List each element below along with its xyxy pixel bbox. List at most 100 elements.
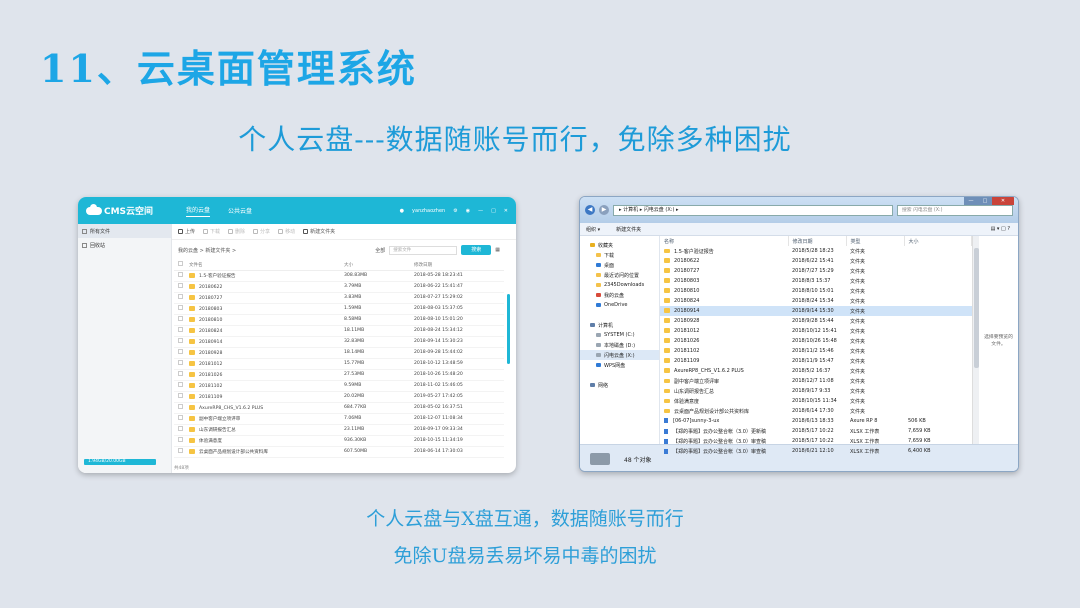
- row-checkbox[interactable]: [178, 448, 183, 453]
- sidebar-item-recycle-bin[interactable]: 回收站: [78, 238, 171, 252]
- row-checkbox[interactable]: [178, 316, 183, 321]
- file-name[interactable]: 20180824: [199, 329, 222, 334]
- column-header-size[interactable]: 大小: [904, 236, 972, 246]
- file-name[interactable]: 副中客户端立项评审: [674, 379, 719, 385]
- nav-tree-item[interactable]: 收藏夹: [580, 240, 659, 250]
- share-button[interactable]: 分享: [253, 228, 270, 235]
- table-row[interactable]: 【郑的事题】云办公整合帐（3.0）更新稿 2018/5/17 10:22 XLSX …: [660, 426, 972, 436]
- nav-tree-item[interactable]: SYSTEM (C:): [580, 330, 659, 340]
- file-name[interactable]: 【郑的事题】云办公整合帐（3.0）审查稿: [673, 449, 766, 455]
- view-options-icon[interactable]: ▤ ▾ □ ?: [991, 226, 1010, 232]
- table-row[interactable]: 副中客户端立项评审 2018/12/7 11:08 文件夹: [660, 376, 972, 386]
- file-name[interactable]: 20180727: [674, 268, 699, 274]
- file-name[interactable]: [06-07]sunny-3-ux: [673, 418, 719, 424]
- file-name[interactable]: 20180622: [674, 258, 699, 264]
- column-header-date[interactable]: 修改日期: [414, 260, 504, 271]
- nav-tree-item[interactable]: 下载: [580, 250, 659, 260]
- delete-button[interactable]: 删除: [228, 228, 245, 235]
- table-row[interactable]: 20180810 2018/8/10 15:01 文件夹: [660, 286, 972, 296]
- nav-tree-item[interactable]: 计算机: [580, 320, 659, 330]
- table-row[interactable]: 20181109 2018/11/9 15:47 文件夹: [660, 356, 972, 366]
- row-checkbox[interactable]: [178, 360, 183, 365]
- search-input[interactable]: 搜索文件: [389, 245, 458, 255]
- file-name[interactable]: 体验满意度: [674, 399, 699, 405]
- upload-button[interactable]: 上传: [178, 228, 195, 235]
- file-name[interactable]: 体验满意度: [199, 439, 222, 444]
- table-row[interactable]: 20180622 3.79MB 2018-06-22 15:41:47: [174, 281, 504, 293]
- table-row[interactable]: AxureRP8_CHS_V1.6.2 PLUS 2018/5/2 16:37 文件…: [660, 366, 972, 376]
- scrollbar[interactable]: [972, 236, 979, 444]
- table-row[interactable]: 20180928 2018/9/28 15:44 文件夹: [660, 316, 972, 326]
- file-name[interactable]: 20181026: [674, 338, 699, 344]
- maximize-icon[interactable]: □: [491, 208, 496, 214]
- table-row[interactable]: 1.5-客户验证报告 2018/5/28 18:23 文件夹: [660, 246, 972, 256]
- nav-tree-item[interactable]: WPS网盘: [580, 360, 659, 370]
- forward-icon[interactable]: ▶: [599, 205, 609, 215]
- file-name[interactable]: 副中客户端立项评审: [199, 417, 240, 422]
- nav-tree-item[interactable]: 网络: [580, 380, 659, 390]
- file-name[interactable]: 20181109: [674, 358, 699, 364]
- explorer-search-input[interactable]: 搜索 闪电云盘 (X:): [897, 204, 1013, 216]
- new-folder-button[interactable]: 新建文件夹: [303, 228, 335, 235]
- table-row[interactable]: 20180824 18.11MB 2018-08-24 15:34:12: [174, 325, 504, 337]
- nav-tree-item[interactable]: 本地磁盘 (D:): [580, 340, 659, 350]
- column-header-name[interactable]: 名称: [660, 236, 789, 246]
- file-name[interactable]: 20180914: [199, 340, 222, 345]
- nav-tree-item[interactable]: 闪电云盘 (X:): [580, 350, 659, 360]
- row-checkbox[interactable]: [178, 272, 183, 277]
- column-header-name[interactable]: 文件名: [174, 260, 344, 271]
- new-folder-button[interactable]: 新建文件夹: [616, 226, 641, 233]
- close-icon[interactable]: ✕: [504, 208, 508, 214]
- file-name[interactable]: 20181102: [674, 348, 699, 354]
- row-checkbox[interactable]: [178, 437, 183, 442]
- nav-tree-item[interactable]: OneDrive: [580, 300, 659, 310]
- table-row[interactable]: 体验满意度 2018/10/15 11:34 文件夹: [660, 396, 972, 406]
- file-name[interactable]: 20180622: [199, 285, 222, 290]
- file-name[interactable]: 20181012: [674, 328, 699, 334]
- row-checkbox[interactable]: [178, 371, 183, 376]
- minimize-button[interactable]: —: [964, 197, 978, 205]
- file-name[interactable]: 20181012: [199, 362, 222, 367]
- file-name[interactable]: 山东调研报告汇总: [199, 428, 236, 433]
- table-row[interactable]: 20180824 2018/8/24 15:34 文件夹: [660, 296, 972, 306]
- column-header-date[interactable]: 修改日期: [788, 236, 847, 246]
- address-bar[interactable]: ▸ 计算机 ▸ 闪电云盘 (X:) ▸: [613, 204, 893, 216]
- table-row[interactable]: 20181102 9.59MB 2018-11-02 15:46:05: [174, 380, 504, 392]
- back-icon[interactable]: ◀: [585, 205, 595, 215]
- file-name[interactable]: 20180928: [199, 351, 222, 356]
- nav-tree-item[interactable]: 最近访问的位置: [580, 270, 659, 280]
- table-row[interactable]: 20180727 3.83MB 2018-07-27 15:29:02: [174, 292, 504, 304]
- table-row[interactable]: 20181109 20.02MB 2019-05-27 17:42:05: [174, 391, 504, 403]
- table-row[interactable]: AxureRP8_CHS_V1.6.2 PLUS 684.77KB 2018-05-…: [174, 402, 504, 414]
- row-checkbox[interactable]: [178, 404, 183, 409]
- row-checkbox[interactable]: [178, 338, 183, 343]
- file-name[interactable]: 20180810: [199, 318, 222, 323]
- table-row[interactable]: 20181026 27.53MB 2018-10-26 15:48:20: [174, 369, 504, 381]
- sidebar-item-all-files[interactable]: 所有文件: [78, 224, 171, 238]
- table-row[interactable]: 山东调研报告汇总 23.11MB 2018-09-17 09:33:34: [174, 424, 504, 436]
- file-name[interactable]: 20180914: [674, 308, 699, 314]
- table-row[interactable]: 【郑的事题】云办公整合帐（3.0）审查稿 2018/5/17 10:22 XLSX …: [660, 436, 972, 446]
- minimize-icon[interactable]: —: [478, 208, 483, 214]
- file-name[interactable]: 云桌面产品规划设计部公共资料库: [674, 409, 749, 415]
- nav-tree-item[interactable]: 2345Downloads: [580, 280, 659, 290]
- maximize-button[interactable]: □: [978, 197, 992, 205]
- settings-icon[interactable]: ⚙: [453, 208, 457, 214]
- move-button[interactable]: 移动: [278, 228, 295, 235]
- search-scope-select[interactable]: 全部: [375, 247, 385, 254]
- table-row[interactable]: 云桌面产品规划设计部公共资料库 607.50MB 2018-06-14 17:30:…: [174, 446, 504, 458]
- table-row[interactable]: 【郑的事题】云办公整合帐（3.0）审查稿 2018/6/21 12:10 XLSX …: [660, 446, 972, 456]
- table-row[interactable]: 1.5-客户验证报告 308.83MB 2018-05-28 18:23:41: [174, 270, 504, 282]
- user-icon[interactable]: ●: [400, 208, 404, 214]
- user-name[interactable]: yanzhaozhen: [412, 208, 445, 214]
- file-name[interactable]: 20180928: [674, 318, 699, 324]
- file-name[interactable]: 20180810: [674, 288, 699, 294]
- file-name[interactable]: 20181109: [199, 395, 222, 400]
- column-header-size[interactable]: 大小: [344, 260, 414, 271]
- row-checkbox[interactable]: [178, 327, 183, 332]
- select-all-checkbox[interactable]: [178, 261, 183, 267]
- row-checkbox[interactable]: [178, 393, 183, 398]
- table-row[interactable]: 20180803 1.59MB 2018-08-03 15:37:05: [174, 303, 504, 315]
- table-row[interactable]: 20181026 2018/10/26 15:48 文件夹: [660, 336, 972, 346]
- table-row[interactable]: 20180727 2018/7/27 15:29 文件夹: [660, 266, 972, 276]
